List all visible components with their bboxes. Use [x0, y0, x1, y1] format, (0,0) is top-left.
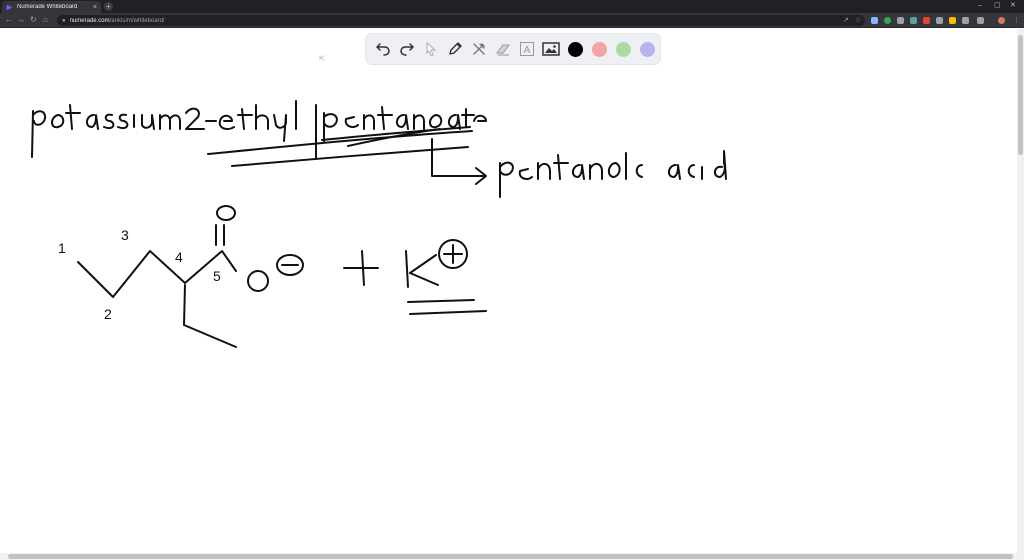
select-tool[interactable] [419, 37, 443, 61]
browser-tab-bar: Numerade Whiteboard × + – ▢ ✕ [0, 0, 1024, 13]
tab-close-icon[interactable]: × [93, 4, 97, 11]
maximize-button[interactable]: ▢ [994, 1, 1001, 11]
tools-button[interactable] [467, 37, 491, 61]
potassium-ion [343, 239, 487, 315]
carbon-number: 2 [104, 306, 112, 322]
branch-arrow [431, 138, 487, 185]
browser-tab[interactable]: Numerade Whiteboard × [2, 1, 101, 13]
extension-icon[interactable] [871, 17, 878, 24]
pen-tool[interactable] [443, 37, 467, 61]
extension-icon[interactable] [884, 17, 891, 24]
black-swatch [567, 41, 583, 57]
tab-title: Numerade Whiteboard [17, 4, 78, 10]
eraser-tool[interactable] [491, 37, 515, 61]
vertical-scrollbar[interactable] [1017, 29, 1024, 553]
purple-swatch [639, 41, 655, 57]
scrollbar-thumb[interactable] [8, 554, 1013, 559]
whiteboard-canvas[interactable]: 1 2 3 4 5 [0, 29, 1024, 560]
carbon-number: 5 [213, 268, 221, 284]
handwriting-branch [499, 150, 727, 198]
scrollbar-thumb[interactable] [1018, 35, 1023, 155]
address-bar[interactable]: ● numerade.com /ankis/m/whiteboard/ [57, 15, 865, 26]
svg-text:A: A [524, 45, 531, 56]
extension-icon[interactable] [936, 17, 943, 24]
color-black[interactable] [563, 37, 587, 61]
select-icon [426, 41, 437, 57]
extension-icon[interactable] [923, 17, 930, 24]
forward-icon[interactable]: → [17, 15, 25, 25]
profile-avatar[interactable] [998, 17, 1005, 24]
back-icon[interactable]: ← [5, 15, 13, 25]
extension-icon[interactable] [977, 17, 984, 24]
eraser-icon [496, 44, 510, 56]
image-tool[interactable] [539, 37, 563, 61]
extension-icon[interactable] [910, 17, 917, 24]
color-purple[interactable] [635, 37, 659, 61]
extension-icon[interactable] [949, 17, 956, 24]
numerade-favicon-icon [6, 4, 13, 10]
undo-icon [375, 43, 390, 56]
text-icon: A [520, 42, 534, 56]
pen-icon [449, 42, 462, 55]
pink-swatch [591, 41, 607, 57]
carbon-number: 1 [58, 240, 66, 256]
share-icon[interactable]: ↗ [843, 16, 849, 25]
redo-icon [400, 43, 415, 56]
color-green[interactable] [611, 37, 635, 61]
whiteboard-page: 1 2 3 4 5 A ⇱ [0, 29, 1024, 560]
browser-toolbar: ← → ↻ ⌂ ● numerade.com /ankis/m/whiteboa… [0, 13, 1024, 28]
new-tab-button[interactable]: + [104, 2, 113, 11]
image-icon [542, 42, 560, 56]
extension-icon[interactable] [897, 17, 904, 24]
url-path: /ankis/m/whiteboard/ [109, 17, 165, 24]
home-icon[interactable]: ⌂ [43, 15, 48, 25]
whiteboard-toolbar: A [366, 34, 660, 64]
undo-button[interactable] [371, 37, 395, 61]
url-host: numerade.com [69, 17, 110, 24]
tools-icon [473, 43, 485, 55]
color-pink[interactable] [587, 37, 611, 61]
carbon-number: 3 [121, 227, 129, 243]
horizontal-scrollbar[interactable] [0, 553, 1024, 560]
chrome-menu-icon[interactable]: ⋮ [1013, 16, 1020, 25]
bookmark-star-icon[interactable]: ☆ [855, 16, 861, 25]
green-swatch [615, 41, 631, 57]
carbon-number: 4 [175, 249, 183, 265]
redo-button[interactable] [395, 37, 419, 61]
text-tool[interactable]: A [515, 37, 539, 61]
underline-stroke [347, 128, 441, 147]
lock-icon: ● [62, 17, 66, 24]
reload-icon[interactable]: ↻ [30, 15, 37, 25]
skeletal-structure [77, 205, 304, 348]
extensions-puzzle-icon[interactable] [962, 17, 969, 24]
close-window-button[interactable]: ✕ [1010, 1, 1016, 11]
mouse-cursor-icon: ⇱ [319, 56, 325, 63]
minimize-button[interactable]: – [978, 1, 982, 11]
